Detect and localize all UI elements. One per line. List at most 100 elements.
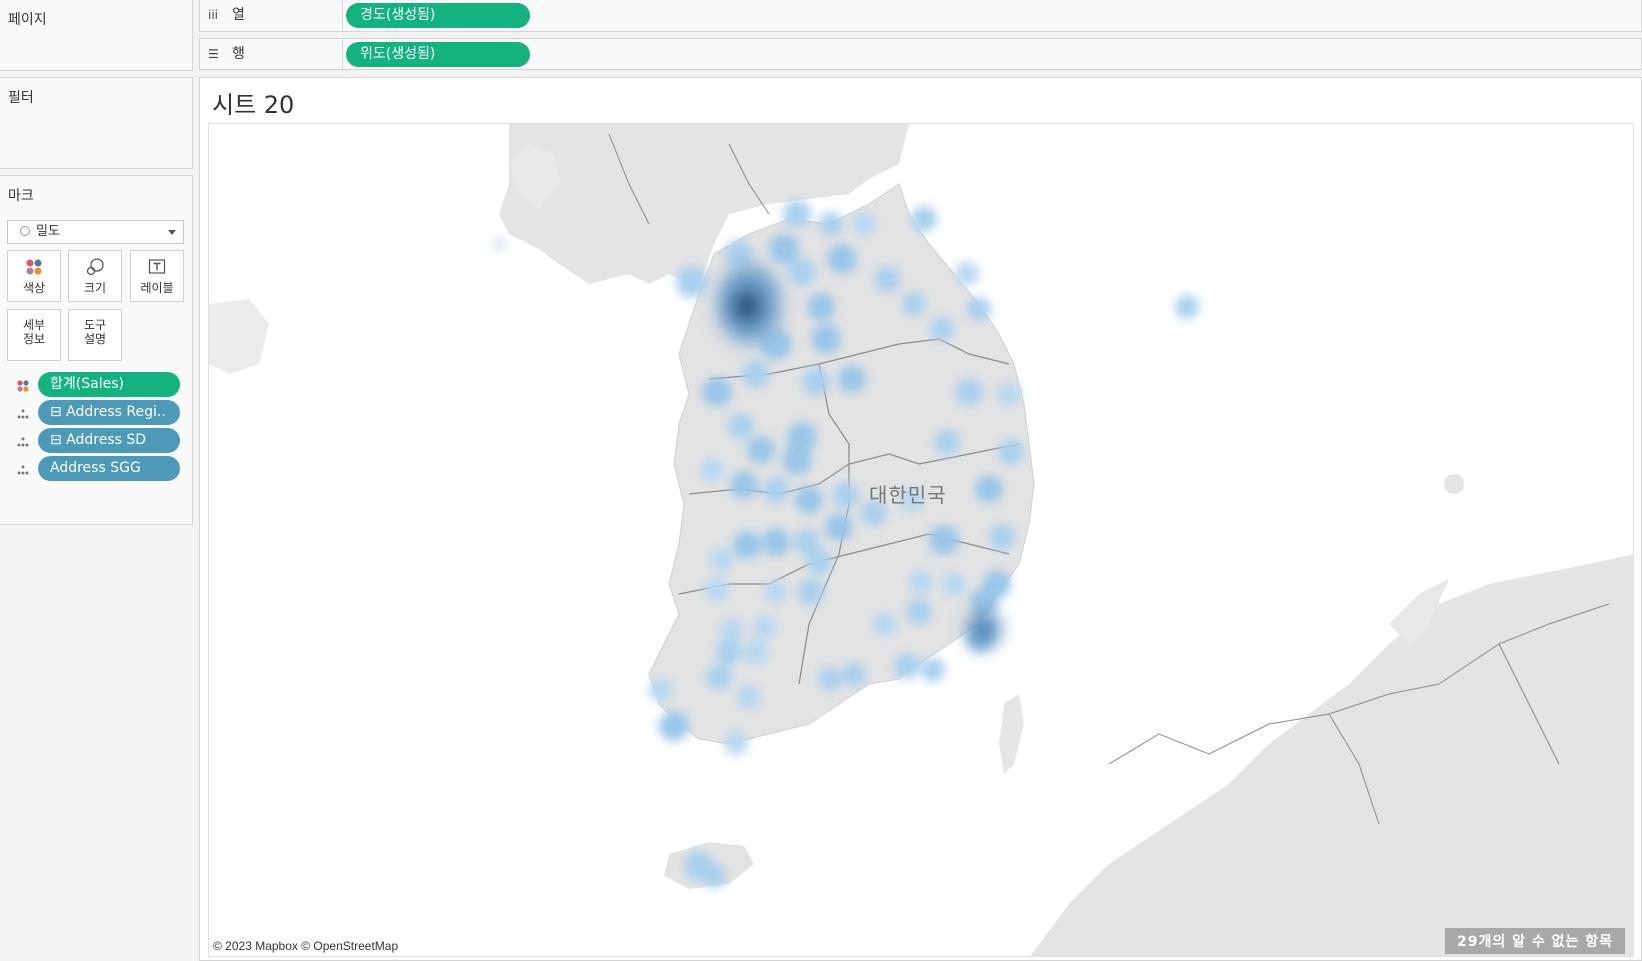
density-point	[902, 292, 926, 316]
basemap	[209, 124, 1633, 956]
rows-shelf-label: ☰ 행	[200, 39, 343, 69]
pages-card: 페이지	[0, 0, 193, 71]
density-point	[747, 436, 775, 464]
density-point	[929, 525, 959, 555]
density-point	[874, 266, 900, 292]
size-button-label: 크기	[83, 281, 107, 295]
marks-pill-row: ⊟ Address SD	[0, 428, 193, 454]
detail-label-1: 세부	[22, 318, 46, 332]
density-point	[788, 258, 816, 286]
density-point	[906, 599, 932, 625]
density-point	[798, 579, 824, 605]
marks-pill-row: Address SGG	[0, 456, 193, 482]
density-point	[716, 639, 742, 665]
density-point	[894, 653, 920, 679]
left-panel: 페이지 필터 마크 밀도 색상 크기 레이블 세부 정보 도구 설명 합계(Sa…	[0, 0, 193, 961]
density-point	[724, 731, 748, 755]
sheet-view: 시트 20 대한민국 © 2023 Mapbox © OpenStreetMap…	[199, 77, 1642, 961]
busan-hotspot	[968, 611, 1000, 647]
density-point	[989, 524, 1015, 550]
density-point	[700, 458, 724, 482]
density-point	[909, 570, 933, 594]
rows-label-text: 행	[232, 46, 245, 62]
density-point	[975, 475, 1003, 503]
filters-title: 필터	[8, 90, 34, 106]
label-button[interactable]: 레이블	[130, 250, 184, 302]
density-point	[802, 368, 830, 396]
label-button-label: 레이블	[140, 281, 174, 295]
density-point	[1175, 295, 1199, 319]
detail-icon	[16, 434, 32, 448]
detail-label-2: 정보	[22, 332, 46, 346]
color-dots-icon	[8, 257, 60, 281]
tsushima-land	[999, 694, 1024, 774]
mark-type-dropdown[interactable]: 밀도	[7, 220, 184, 244]
density-point	[911, 206, 937, 232]
density-point	[649, 678, 673, 702]
density-point	[873, 612, 897, 636]
marks-pill-row: 합계(Sales)	[0, 372, 193, 398]
density-point	[852, 212, 876, 236]
rows-icon: ☰	[208, 47, 219, 61]
density-point	[710, 548, 734, 572]
seoul-hotspot-core	[731, 288, 763, 324]
density-point	[659, 711, 689, 741]
color-button-label: 색상	[22, 281, 46, 295]
columns-shelf[interactable]: iii 열 경도(생성됨)	[199, 0, 1642, 32]
density-point	[705, 578, 729, 602]
filters-card[interactable]: 필터	[0, 77, 193, 169]
density-point	[807, 293, 835, 321]
columns-label-text: 열	[232, 7, 245, 23]
density-point	[764, 580, 788, 604]
density-point	[702, 377, 732, 407]
density-point	[967, 297, 991, 321]
latitude-pill[interactable]: 위도(생성됨)	[346, 42, 530, 67]
density-point	[676, 266, 708, 298]
columns-icon: iii	[208, 8, 219, 22]
sheet-title[interactable]: 시트 20	[212, 85, 294, 120]
tooltip-button[interactable]: 도구 설명	[68, 309, 122, 361]
map-canvas[interactable]: 대한민국 © 2023 Mapbox © OpenStreetMap 29개의 …	[208, 123, 1634, 957]
density-point	[720, 618, 744, 642]
marks-pill-row: ⊟ Address Regi..	[0, 400, 193, 426]
address-sgg-pill[interactable]: Address SGG	[38, 456, 180, 481]
density-point	[753, 615, 777, 639]
density-mark-icon	[20, 226, 30, 236]
density-point	[782, 445, 812, 475]
color-button[interactable]: 색상	[7, 250, 61, 302]
density-point	[955, 262, 979, 286]
text-label-icon	[131, 257, 183, 281]
density-point	[783, 200, 811, 228]
density-point	[742, 360, 770, 388]
unknown-items-indicator[interactable]: 29개의 알 수 없는 항목	[1444, 928, 1625, 954]
china-coast-land	[209, 299, 269, 374]
marks-title: 마크	[8, 188, 34, 204]
density-point	[763, 477, 789, 503]
density-point	[998, 439, 1024, 465]
density-point	[942, 572, 966, 596]
longitude-pill[interactable]: 경도(생성됨)	[346, 3, 530, 28]
density-point	[955, 378, 983, 406]
address-region-pill[interactable]: ⊟ Address Regi..	[38, 400, 180, 425]
density-point	[806, 549, 832, 575]
detail-button[interactable]: 세부 정보	[7, 309, 61, 361]
sales-pill[interactable]: 합계(Sales)	[38, 372, 180, 397]
map-attribution[interactable]: © 2023 Mapbox © OpenStreetMap	[213, 939, 398, 953]
density-point	[819, 212, 843, 236]
density-point	[730, 471, 758, 499]
rows-shelf[interactable]: ☰ 행 위도(생성됨)	[199, 38, 1642, 70]
color-dots-icon	[16, 378, 32, 392]
density-point	[733, 531, 761, 559]
density-point	[811, 324, 841, 354]
density-point	[493, 238, 505, 250]
detail-icon	[16, 462, 32, 476]
density-point	[934, 429, 960, 455]
pages-title: 페이지	[8, 12, 47, 28]
density-point	[833, 482, 859, 508]
density-point	[737, 685, 761, 709]
size-button[interactable]: 크기	[68, 250, 122, 302]
japan-land	[1030, 554, 1633, 956]
columns-shelf-label: iii 열	[200, 0, 343, 31]
detail-icon	[16, 406, 32, 420]
address-sd-pill[interactable]: ⊟ Address SD	[38, 428, 180, 453]
